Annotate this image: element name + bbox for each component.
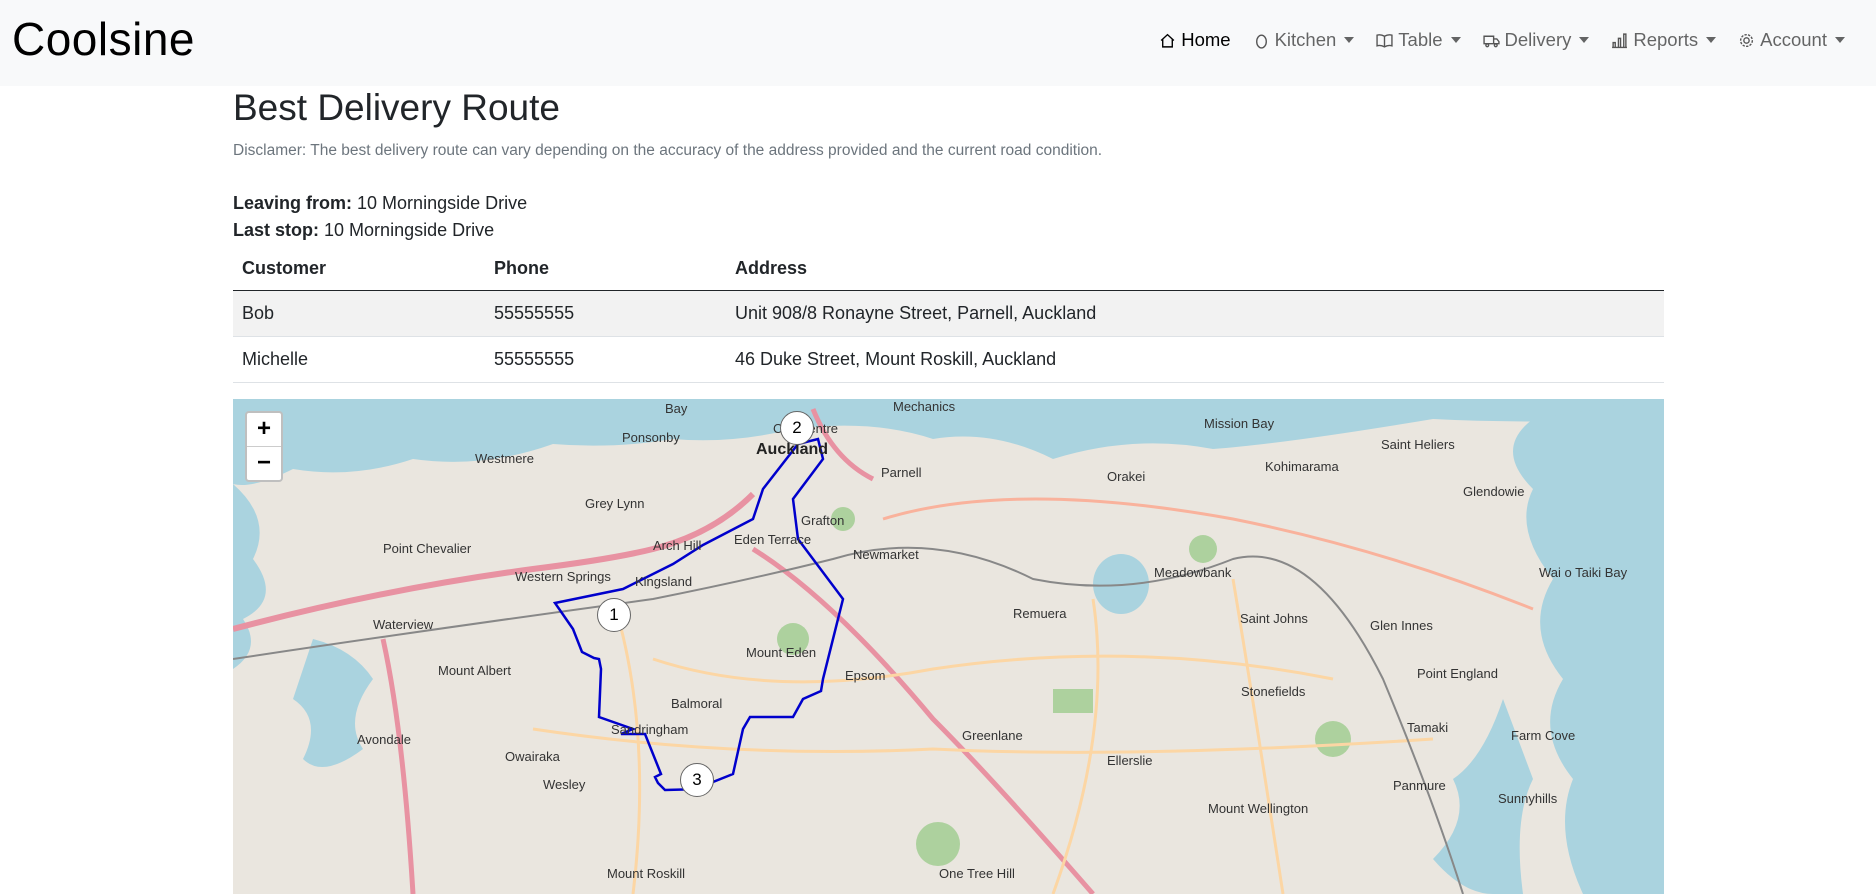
- nav-delivery-label: Delivery: [1504, 29, 1572, 50]
- leaving-from-value: 10 Morningside Drive: [357, 193, 528, 213]
- map-label: Arch Hill: [653, 538, 702, 553]
- map-label: Orakei: [1107, 469, 1146, 484]
- leaving-from-label: Leaving from:: [233, 193, 353, 213]
- page-title: Best Delivery Route: [233, 87, 560, 128]
- map-label: Parnell: [881, 465, 922, 480]
- last-stop: Last stop: 10 Morningside Drive: [233, 220, 494, 241]
- cell-address: Unit 908/8 Ronayne Street, Parnell, Auck…: [726, 290, 1664, 337]
- cell-phone: 55555555: [485, 336, 726, 383]
- nav-reports-label: Reports: [1633, 29, 1699, 50]
- map-label: Point England: [1417, 666, 1498, 681]
- egg-icon: [1255, 33, 1267, 49]
- map-label: Wai o Taiki Bay: [1539, 565, 1628, 580]
- map-label: Farm Cove: [1511, 728, 1576, 743]
- chevron-down-icon: [1344, 37, 1355, 43]
- map-label: Glen Innes: [1370, 618, 1433, 633]
- map-label: Point Chevalier: [383, 541, 472, 556]
- map-label: Sunnyhills: [1498, 791, 1558, 806]
- bar-chart-icon: [1612, 32, 1628, 48]
- cell-customer: Michelle: [233, 336, 485, 383]
- cell-phone: 55555555: [485, 290, 726, 337]
- last-stop-label: Last stop:: [233, 220, 320, 240]
- delivery-table: Customer Phone Address Bob 55555555 Unit…: [233, 246, 1664, 383]
- table-header-row: Customer Phone Address: [233, 246, 1664, 291]
- map-label: Mount Eden: [746, 645, 817, 660]
- map-label: Wesley: [543, 777, 586, 792]
- map-label: Ellerslie: [1107, 753, 1153, 768]
- map-label: Glendowie: [1463, 484, 1525, 499]
- map-label: Mount Roskill: [607, 866, 686, 881]
- nav-delivery[interactable]: Delivery: [1472, 29, 1601, 51]
- nav-account-label: Account: [1760, 29, 1827, 50]
- disclaimer-text: Disclamer: The best delivery route can v…: [233, 142, 1103, 159]
- chevron-down-icon: [1706, 37, 1717, 43]
- last-stop-value: 10 Morningside Drive: [324, 220, 495, 240]
- nav-account[interactable]: Account: [1727, 29, 1856, 51]
- leaving-from: Leaving from: 10 Morningside Drive: [233, 193, 527, 214]
- book-icon: [1376, 33, 1393, 48]
- map-label: Epsom: [845, 668, 886, 683]
- gear-icon: [1740, 33, 1754, 47]
- nav-reports[interactable]: Reports: [1600, 29, 1727, 51]
- map-label: Remuera: [1013, 606, 1067, 621]
- map-label: Western Springs: [515, 569, 611, 584]
- map-label: Bay: [665, 401, 688, 416]
- map-label: Greenlane: [962, 728, 1023, 743]
- col-customer: Customer: [233, 246, 485, 291]
- nav-table[interactable]: Table: [1365, 29, 1471, 51]
- nav-table-label: Table: [1398, 29, 1443, 50]
- map-label: Meadowbank: [1154, 565, 1232, 580]
- zoom-in-button[interactable]: +: [247, 413, 281, 447]
- route-marker[interactable]: 1: [597, 598, 631, 632]
- map-label: Newmarket: [853, 547, 919, 562]
- map-label: Mount Albert: [438, 663, 511, 678]
- map-label: Stonefields: [1241, 684, 1306, 699]
- map-label: Kohimarama: [1265, 459, 1339, 474]
- main-nav: Home Kitchen Table Delivery Reports Acco…: [1148, 29, 1856, 51]
- table-row: Bob 55555555 Unit 908/8 Ronayne Street, …: [233, 290, 1664, 337]
- col-phone: Phone: [485, 246, 726, 291]
- map-label: Avondale: [357, 732, 411, 747]
- brand-logo[interactable]: Coolsine: [12, 12, 195, 66]
- map-label: Mission Bay: [1204, 416, 1275, 431]
- map-label: Owairaka: [505, 749, 560, 764]
- map-label: Ponsonby: [622, 430, 680, 445]
- chevron-down-icon: [1579, 37, 1590, 43]
- truck-icon: [1482, 35, 1500, 47]
- navbar: Coolsine Home Kitchen Table Delivery Rep…: [0, 0, 1876, 86]
- route-marker[interactable]: 2: [780, 411, 814, 445]
- map-label: Westmere: [475, 451, 534, 466]
- map-label: Grafton: [801, 513, 845, 528]
- nav-home-label: Home: [1181, 29, 1231, 50]
- route-marker[interactable]: 3: [680, 763, 714, 797]
- map-label: Mount Wellington: [1208, 801, 1309, 816]
- map-label: Saint Johns: [1240, 611, 1308, 626]
- table-row: Michelle 55555555 46 Duke Street, Mount …: [233, 336, 1664, 383]
- map-label: Saint Heliers: [1381, 437, 1455, 452]
- nav-home[interactable]: Home: [1148, 29, 1241, 51]
- map-label: Kingsland: [635, 574, 693, 589]
- col-address: Address: [726, 246, 1664, 291]
- nav-kitchen[interactable]: Kitchen: [1242, 29, 1366, 51]
- map-label: Sandringham: [611, 722, 689, 737]
- route-map[interactable]: Bay Mechanics City Centre Auckland Ponso…: [233, 399, 1664, 894]
- zoom-out-button[interactable]: −: [247, 447, 281, 480]
- zoom-control: + −: [245, 411, 283, 482]
- chevron-down-icon: [1835, 37, 1845, 43]
- map-label: Grey Lynn: [585, 496, 645, 511]
- map-label: Balmoral: [671, 696, 723, 711]
- home-icon: [1160, 33, 1175, 48]
- map-label: Eden Terrace: [734, 532, 812, 547]
- map-tiles: [233, 399, 1664, 894]
- map-label: Mechanics: [893, 399, 956, 414]
- cell-customer: Bob: [233, 290, 485, 337]
- map-label: Panmure: [1393, 778, 1446, 793]
- cell-address: 46 Duke Street, Mount Roskill, Auckland: [726, 336, 1664, 383]
- map-label: One Tree Hill: [939, 866, 1015, 881]
- map-label: Tamaki: [1407, 720, 1449, 735]
- chevron-down-icon: [1450, 37, 1461, 43]
- map-label: Waterview: [373, 617, 434, 632]
- nav-kitchen-label: Kitchen: [1274, 29, 1337, 50]
